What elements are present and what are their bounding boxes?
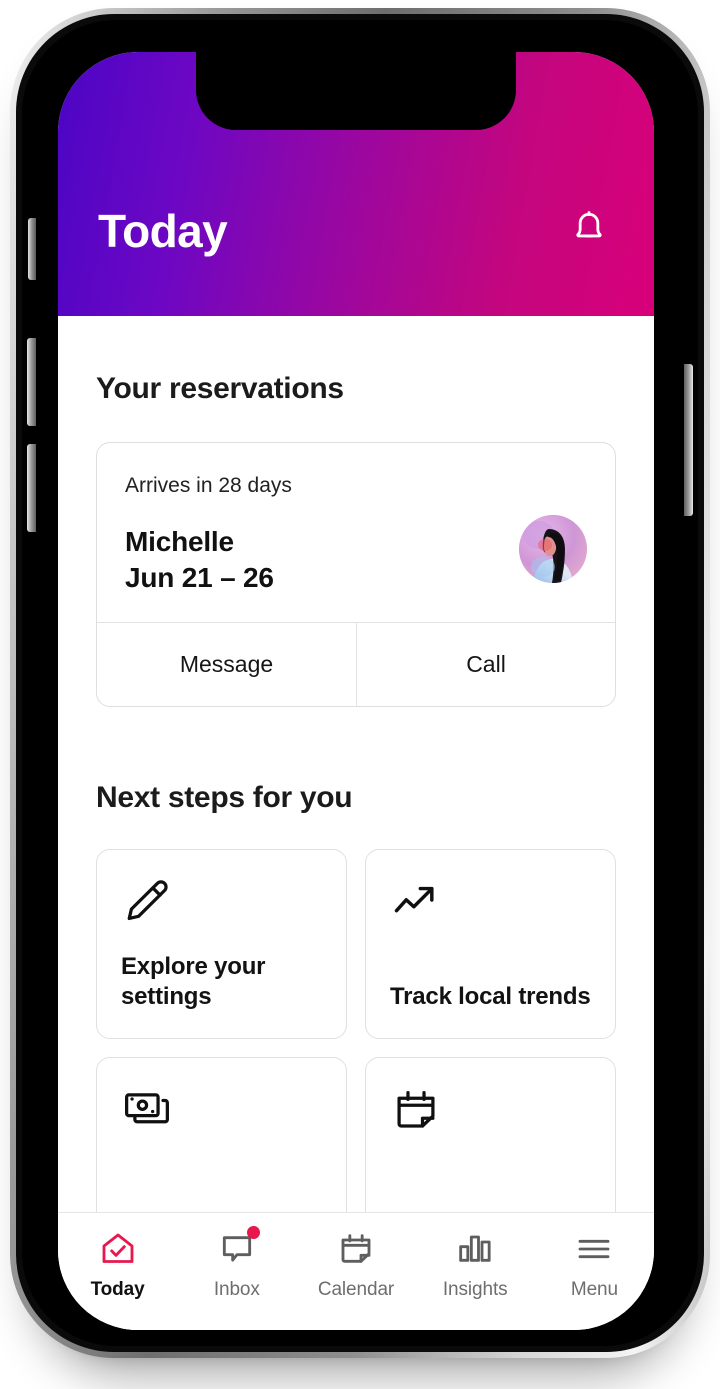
calendar-icon xyxy=(336,1227,376,1271)
screenshot-stage: Today Your reservations Arrives in 28 da… xyxy=(0,0,720,1389)
tab-label: Today xyxy=(90,1279,145,1300)
phone-bezel: Today Your reservations Arrives in 28 da… xyxy=(22,20,698,1346)
inbox-badge-dot xyxy=(246,1226,260,1239)
hamburger-icon xyxy=(574,1227,614,1271)
silent-switch[interactable] xyxy=(28,218,36,280)
phone-screen: Today Your reservations Arrives in 28 da… xyxy=(58,52,654,1330)
next-step-label: Explore your settings xyxy=(121,953,266,1011)
notifications-button[interactable] xyxy=(562,204,616,258)
reservation-arrival-status: Arrives in 28 days xyxy=(125,474,292,497)
calendar-icon xyxy=(390,1084,591,1146)
reservation-dates: Jun 21 – 26 xyxy=(125,562,274,594)
home-check-icon xyxy=(98,1227,138,1271)
next-steps-grid: Explore your settings Track local trends xyxy=(96,848,616,1247)
next-steps-section: Next steps for you Explore your settings xyxy=(96,707,616,1247)
power-button[interactable] xyxy=(684,364,693,516)
next-steps-section-title: Next steps for you xyxy=(96,780,353,814)
money-stack-icon xyxy=(121,1084,322,1146)
volume-down-button[interactable] xyxy=(27,444,36,532)
avatar xyxy=(519,515,587,583)
reservation-text-column: Arrives in 28 days Michelle Jun 21 – 26 xyxy=(125,473,519,596)
message-button[interactable]: Message xyxy=(97,623,356,706)
tab-inbox[interactable]: Inbox xyxy=(177,1226,296,1301)
reservation-actions: Message Call xyxy=(97,621,615,706)
next-step-card-track-trends[interactable]: Track local trends xyxy=(365,848,616,1039)
phone-notch xyxy=(196,52,516,130)
tab-today[interactable]: Today xyxy=(58,1227,177,1301)
call-button[interactable]: Call xyxy=(356,622,615,706)
tab-insights[interactable]: Insights xyxy=(416,1227,535,1301)
main-content: Your reservations Arrives in 28 days Mic… xyxy=(58,316,654,1330)
tab-label: Inbox xyxy=(213,1279,260,1300)
reservation-card[interactable]: Arrives in 28 days Michelle Jun 21 – 26 xyxy=(96,442,616,707)
next-step-label: Track local trends xyxy=(390,983,591,1011)
avatar-image xyxy=(519,515,587,583)
page-title: Today xyxy=(98,205,228,257)
tab-label: Menu xyxy=(570,1279,618,1300)
reservation-guest-name: Michelle xyxy=(125,526,234,558)
tab-label: Calendar xyxy=(317,1279,395,1300)
tab-label: Insights xyxy=(442,1279,508,1300)
trending-up-icon xyxy=(390,876,591,938)
bottom-tab-bar: Today Inbox Calendar Insights Menu xyxy=(58,1212,654,1330)
reservation-card-body: Arrives in 28 days Michelle Jun 21 – 26 xyxy=(97,443,615,622)
reservations-section: Your reservations Arrives in 28 days Mic… xyxy=(96,316,616,707)
bell-icon xyxy=(569,209,609,254)
tab-menu[interactable]: Menu xyxy=(535,1227,654,1301)
reservations-section-title: Your reservations xyxy=(96,372,344,405)
speech-bubble-icon xyxy=(217,1226,260,1271)
tab-calendar[interactable]: Calendar xyxy=(296,1227,415,1301)
pencil-icon xyxy=(121,876,322,938)
header-row: Today xyxy=(58,204,654,258)
bar-chart-icon xyxy=(455,1227,495,1271)
volume-up-button[interactable] xyxy=(27,338,36,426)
next-step-card-explore-settings[interactable]: Explore your settings xyxy=(96,848,347,1039)
